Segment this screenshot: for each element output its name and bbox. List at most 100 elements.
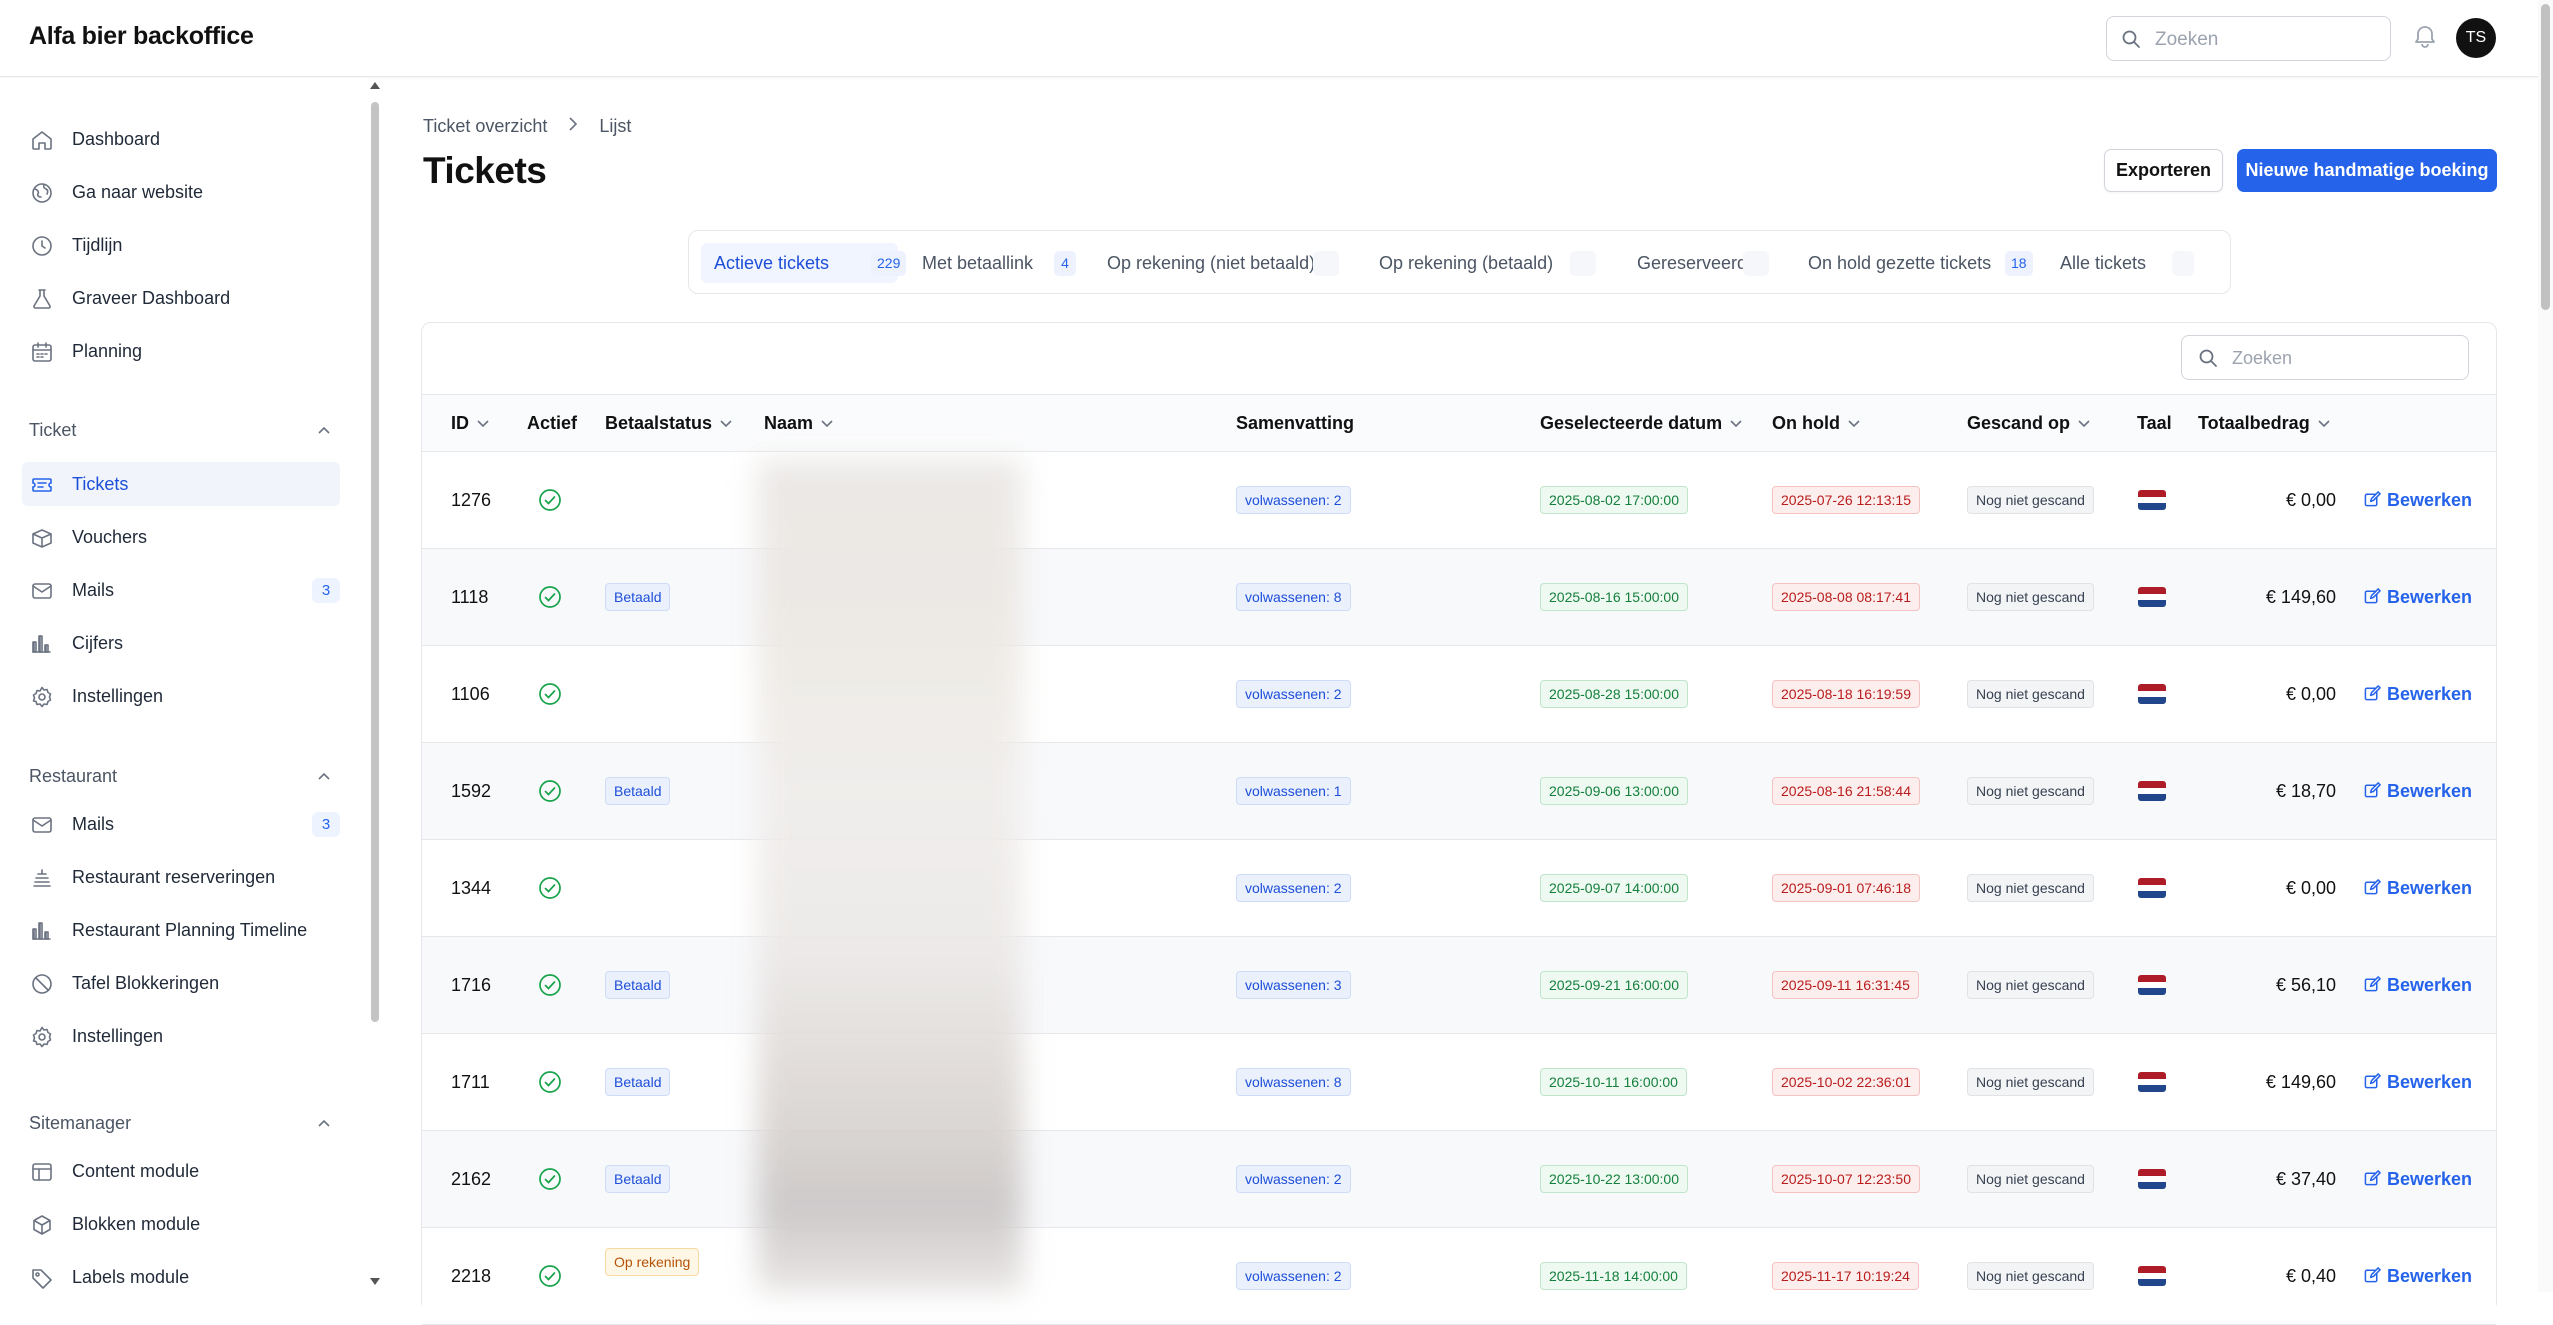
app-title[interactable]: Alfa bier backoffice <box>29 22 254 51</box>
check-circle-icon <box>539 1265 561 1287</box>
edit-ticket-button[interactable]: Bewerken <box>2364 587 2472 608</box>
tab-actieve-tickets[interactable]: Actieve tickets 229 <box>701 243 907 283</box>
edit-icon <box>2364 1170 2381 1186</box>
page-scrollbar[interactable] <box>2538 0 2553 1292</box>
sidebar-section-restaurant[interactable]: Restaurant <box>29 766 117 787</box>
edit-ticket-button[interactable]: Bewerken <box>2364 975 2472 996</box>
chevron-up-icon[interactable] <box>316 1115 332 1131</box>
edit-icon <box>2364 1073 2381 1089</box>
sidebar-item-ticket-cijfers[interactable]: Cijfers <box>22 621 340 665</box>
sidebar-scroll-thumb[interactable] <box>371 102 379 1022</box>
redacted-names-column <box>757 460 1023 1292</box>
sidebar-item-restaurant-tafel-blokkeringen[interactable]: Tafel Blokkeringen <box>22 961 340 1005</box>
table-row[interactable]: 2218 Op rekening volwassenen: 2 2025-11-… <box>422 1228 2496 1325</box>
column-header-on-hold[interactable]: On hold <box>1772 413 1860 434</box>
ticket-id: 1344 <box>451 878 492 898</box>
dutch-flag-icon <box>2138 684 2166 704</box>
tab-on-hold-gezette-tickets[interactable]: On hold gezette tickets 18 <box>1795 243 2035 283</box>
tab-count: 229 <box>871 251 907 276</box>
scanned-status-badge: Nog niet gescand <box>1967 874 2094 902</box>
sidebar-item-restaurant-restaurant-reserveringen[interactable]: Restaurant reserveringen <box>22 855 340 899</box>
check-circle-icon <box>539 586 561 608</box>
sidebar-item-restaurant-instellingen[interactable]: Instellingen <box>22 1014 340 1058</box>
dutch-flag-icon <box>2138 878 2166 898</box>
tab-met-betaallink[interactable]: Met betaallink 4 <box>909 243 1079 283</box>
scroll-down-arrow-icon[interactable] <box>370 1278 380 1285</box>
global-search-input[interactable]: Zoeken <box>2106 16 2391 61</box>
column-header-actief: Actief <box>527 413 578 433</box>
sidebar-item-label: Mails <box>72 814 115 834</box>
sidebar-item-restaurant-mails[interactable]: Mails 3 <box>22 802 340 846</box>
sidebar-item-restaurant-restaurant-planning-timeline[interactable]: Restaurant Planning Timeline <box>22 908 340 952</box>
selected-date-badge: 2025-09-21 16:00:00 <box>1540 971 1688 999</box>
ticket-id: 1592 <box>451 781 492 801</box>
tab-alle-tickets[interactable]: Alle tickets <box>2047 243 2217 283</box>
dutch-flag-icon <box>2138 975 2166 995</box>
tab-label: Alle tickets <box>2060 253 2147 273</box>
check-circle-icon <box>539 683 561 705</box>
column-header-betaalstatus[interactable]: Betaalstatus <box>605 413 732 434</box>
sidebar-item-ticket-vouchers[interactable]: Vouchers <box>22 515 340 559</box>
edit-ticket-button[interactable]: Bewerken <box>2364 1072 2472 1093</box>
scroll-up-arrow-icon[interactable] <box>370 82 380 89</box>
sidebar-section-ticket[interactable]: Ticket <box>29 420 76 441</box>
sidebar-item-main-graveer-dashboard[interactable]: Graveer Dashboard <box>22 276 340 320</box>
chevron-up-icon[interactable] <box>316 768 332 784</box>
table-header: ID Actief Betaalstatus Naam Samenvatting… <box>422 394 2496 452</box>
tab-gereserveerd[interactable]: Gereserveerd <box>1624 243 1769 283</box>
sidebar-item-main-tijdlijn[interactable]: Tijdlijn <box>22 223 340 267</box>
bell-icon[interactable] <box>2410 22 2440 52</box>
sidebar-item-ticket-instellingen[interactable]: Instellingen <box>22 674 340 718</box>
table-row[interactable]: 1344 volwassenen: 2 2025-09-07 14:00:00 … <box>422 840 2496 937</box>
sidebar-section-sitemanager[interactable]: Sitemanager <box>29 1113 131 1134</box>
table-row[interactable]: 1276 volwassenen: 2 2025-08-02 17:00:00 … <box>422 452 2496 549</box>
clock-icon <box>32 236 52 256</box>
table-row[interactable]: 1716 Betaald volwassenen: 3 2025-09-21 1… <box>422 937 2496 1034</box>
edit-ticket-button[interactable]: Bewerken <box>2364 1169 2472 1190</box>
table-search-input[interactable]: Zoeken <box>2181 335 2469 380</box>
total-amount: € 149,60 <box>2265 587 2336 607</box>
column-header-gescand-op[interactable]: Gescand op <box>1967 413 2090 434</box>
edit-ticket-button[interactable]: Bewerken <box>2364 1266 2472 1287</box>
table-row[interactable]: 1592 Betaald volwassenen: 1 2025-09-06 1… <box>422 743 2496 840</box>
table-row[interactable]: 1118 Betaald volwassenen: 8 2025-08-16 1… <box>422 549 2496 646</box>
sidebar-item-main-ga-naar-website[interactable]: Ga naar website <box>22 170 340 214</box>
edit-ticket-button[interactable]: Bewerken <box>2364 878 2472 899</box>
sidebar-item-main-planning[interactable]: Planning <box>22 329 340 373</box>
on-hold-date-badge: 2025-08-08 08:17:41 <box>1772 583 1920 611</box>
sidebar-item-ticket-mails[interactable]: Mails 3 <box>22 568 340 612</box>
scanned-status-badge: Nog niet gescand <box>1967 1262 2094 1290</box>
page-scroll-thumb[interactable] <box>2541 4 2550 310</box>
sidebar-item-ticket-tickets[interactable]: Tickets <box>22 462 340 506</box>
column-header-totaalbedrag[interactable]: Totaalbedrag <box>2198 413 2330 434</box>
edit-ticket-button[interactable]: Bewerken <box>2364 684 2472 705</box>
edit-ticket-button[interactable]: Bewerken <box>2364 490 2472 511</box>
global-search-placeholder: Zoeken <box>2155 29 2219 50</box>
table-row[interactable]: 1106 volwassenen: 2 2025-08-28 15:00:00 … <box>422 646 2496 743</box>
table-row[interactable]: 2162 Betaald volwassenen: 2 2025-10-22 1… <box>422 1131 2496 1228</box>
dutch-flag-icon <box>2138 587 2166 607</box>
sidebar-item-sitemanager-content-module[interactable]: Content module <box>22 1149 340 1193</box>
tab-op-rekening-niet-betaald-[interactable]: Op rekening (niet betaald) <box>1094 243 1339 283</box>
user-avatar[interactable]: TS <box>2456 18 2496 58</box>
tab-op-rekening-betaald-[interactable]: Op rekening (betaald) <box>1366 243 1596 283</box>
tab-label: Op rekening (niet betaald) <box>1107 253 1316 273</box>
column-header-id[interactable]: ID <box>451 413 489 434</box>
selected-date-badge: 2025-08-02 17:00:00 <box>1540 486 1688 514</box>
sidebar-item-main-dashboard[interactable]: Dashboard <box>22 117 340 161</box>
chevron-down-icon <box>1848 420 1860 428</box>
edit-icon <box>2364 588 2381 604</box>
total-amount: € 0,40 <box>2285 1266 2336 1286</box>
sidebar-scrollbar[interactable] <box>370 82 380 1292</box>
chevron-up-icon[interactable] <box>316 422 332 438</box>
edit-ticket-button[interactable]: Bewerken <box>2364 781 2472 802</box>
table-search-placeholder: Zoeken <box>2232 348 2293 368</box>
column-header-naam[interactable]: Naam <box>764 413 833 434</box>
new-manual-booking-button[interactable]: Nieuwe handmatige boeking <box>2237 149 2497 192</box>
table-row[interactable]: 1711 Betaald volwassenen: 8 2025-10-11 1… <box>422 1034 2496 1131</box>
column-header-geselecteerde-datum[interactable]: Geselecteerde datum <box>1540 413 1742 434</box>
sidebar-item-sitemanager-blokken-module[interactable]: Blokken module <box>22 1202 340 1246</box>
sidebar-item-sitemanager-labels-module[interactable]: Labels module <box>22 1255 340 1292</box>
breadcrumb-root[interactable]: Ticket overzicht <box>423 116 547 137</box>
export-button[interactable]: Exporteren <box>2104 149 2223 192</box>
